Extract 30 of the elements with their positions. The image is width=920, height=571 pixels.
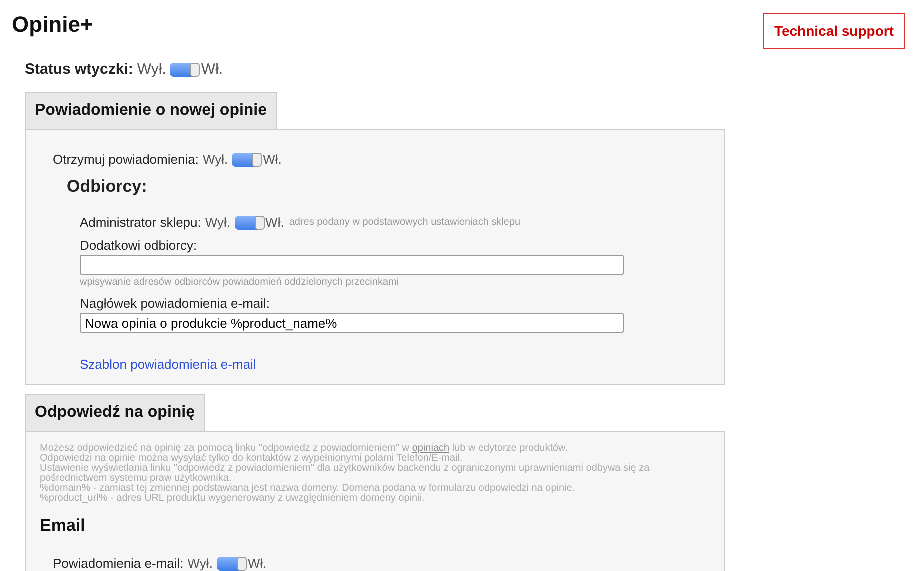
on-label: Wł. [201, 61, 224, 78]
toggle-label: Otrzymuj powiadomienia: [53, 152, 199, 167]
toggle-hint: adres podany w podstawowych ustawieniach sklepu [289, 217, 521, 228]
help-text: Możesz odpowiedzieć na opinię za pomocą linku "odpowiedz z powiadomieniem" w opiniach lub w edytorze produktów. Odpowiedzi na opinie można wysyłać tylko do kontaktów z wypełnionymi polami Telefon/E-mail. Ustawienie wyświetlania linku "odpowiedz z powiadomieniem" dla użytkowników backendu z ograniczonymi uprawnieniami odbywa się za pośrednictwem systemu praw użytkownika. %domain% - zamiast tej zmiennej podstawiana jest nazwa domeny. Domena podana w formularzu odpowiedzi na opinie. %product_url% - adres URL produktu wygenerowany z uwzględnieniem domeny opinii. [40, 444, 651, 504]
field-label: Dodatkowi odbiorcy: [80, 238, 198, 253]
support-button[interactable]: Technical support [763, 13, 905, 49]
on-label: Wł. [248, 556, 267, 571]
toggle-switch[interactable] [232, 152, 262, 166]
off-label: Wył. [188, 556, 213, 571]
toggle-label: Administrator sklepu: [80, 215, 202, 230]
on-label: Wł. [266, 215, 284, 230]
section-heading: Odbiorcy: [67, 177, 148, 197]
toggle-label: Powiadomienia e-mail: [53, 556, 184, 571]
off-label: Wył. [137, 61, 166, 78]
off-label: Wył. [205, 215, 231, 230]
section-tab[interactable]: Odpowiedź na opinię [25, 394, 205, 431]
toggle-switch[interactable] [234, 216, 265, 230]
off-label: Wył. [202, 152, 228, 167]
field-label: Nagłówek powiadomienia e-mail: [80, 296, 270, 311]
template-link[interactable]: Szablon powiadomienia e-mail [80, 357, 256, 372]
input-field[interactable] [80, 255, 624, 275]
on-label: Wł. [263, 152, 282, 167]
section-tab[interactable]: Powiadomienie o nowej opinie [25, 92, 278, 129]
toggle-switch[interactable] [170, 62, 200, 76]
field-hint: wpisywanie adresów odbiorców powiadomień oddzielonych przecinkami [80, 277, 400, 288]
section-heading: Email [40, 516, 86, 536]
page-title: Opinie+ [12, 12, 94, 38]
toggle-label: Status wtyczki: [25, 61, 134, 78]
input-field[interactable]: Nowa opinia o produkcie %product_name% [80, 313, 624, 333]
toggle-switch[interactable] [216, 556, 247, 570]
